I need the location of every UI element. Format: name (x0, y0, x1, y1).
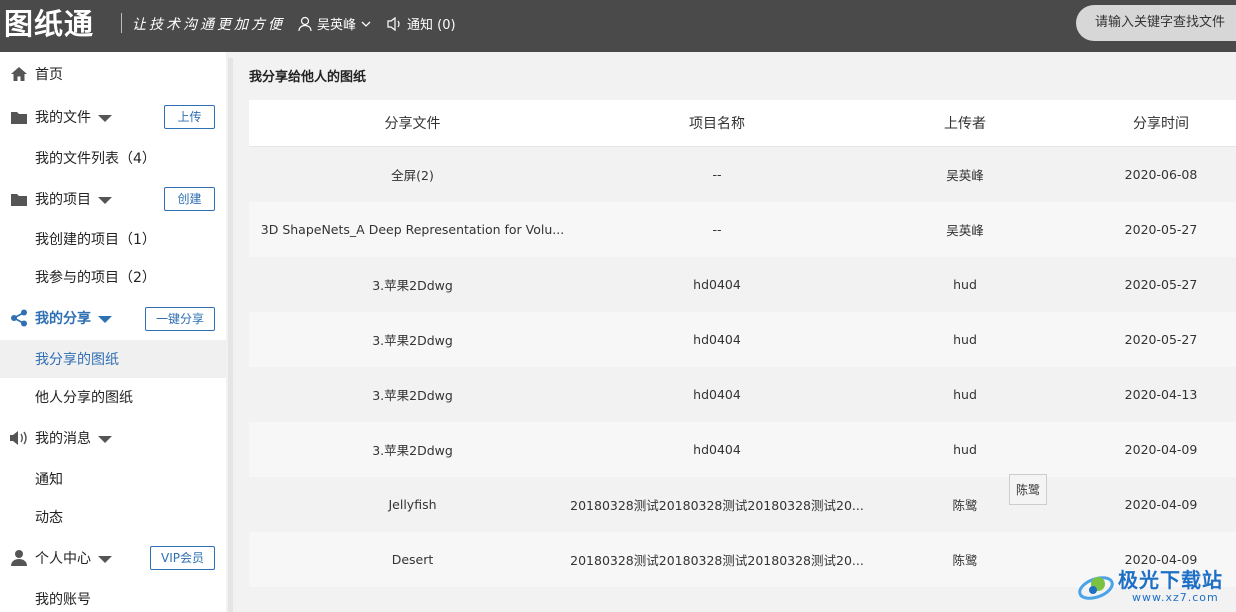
cell-project: -- (712, 222, 722, 237)
sidebar-item-label: 我的消息 (35, 431, 91, 447)
folder-icon (9, 191, 29, 207)
user-menu[interactable]: 吴英峰 (297, 14, 372, 33)
cell-file[interactable]: 3.苹果2Ddwg (249, 312, 576, 367)
cell-project: 20180328测试20180328测试20180328测试20... (570, 553, 864, 568)
cell-project: 20180328测试20180328测试20180328测试20... (570, 498, 864, 513)
upload-button[interactable]: 上传 (164, 105, 215, 129)
table-row[interactable]: 3.苹果2Ddwg hd0404 hud 2020-05-27 (249, 257, 1236, 312)
caret-down-icon (98, 435, 112, 443)
sidebar-item-label: 我的项目 (35, 192, 91, 208)
cell-file[interactable]: 全屏(2) (249, 147, 576, 202)
watermark-url: www.xz7.com (1132, 590, 1219, 604)
notice-label: 通知 (0) (407, 18, 456, 33)
cell-time: 2020-06-08 (1124, 167, 1198, 182)
sidebar-item-shared-by-me[interactable]: 我分享的图纸 (0, 340, 226, 378)
cell-file[interactable]: 3.苹果2Ddwg (249, 257, 576, 312)
cell-uploader: hud (953, 387, 977, 402)
watermark: 极光下载站 www.xz7.com (1076, 560, 1236, 612)
sidebar-item-notice[interactable]: 通知 (0, 460, 226, 498)
table-row[interactable]: 3.苹果2Ddwg hd0404 hud 2020-04-13 (249, 367, 1236, 422)
cell-project: hd0404 (693, 442, 741, 457)
user-icon (298, 16, 312, 31)
caret-down-icon (98, 114, 112, 122)
column-header-time[interactable]: 分享时间 (1075, 100, 1236, 146)
sidebar-item-created-projects[interactable]: 我创建的项目（1） (0, 220, 226, 258)
folder-icon (9, 109, 29, 125)
column-header-file[interactable]: 分享文件 (249, 100, 576, 146)
table-row[interactable]: 全屏(2) -- 吴英峰 2020-06-08 (249, 147, 1236, 202)
sidebar-item-my-messages[interactable]: 我的消息 (0, 419, 226, 457)
cell-time: 2020-05-27 (1124, 277, 1198, 292)
column-header-project[interactable]: 项目名称 (549, 100, 885, 146)
cell-time: 2020-04-09 (1124, 442, 1198, 457)
sidebar-item-shared-by-others[interactable]: 他人分享的图纸 (0, 378, 226, 416)
create-button[interactable]: 创建 (164, 187, 215, 211)
tooltip: 陈鹭 (1009, 474, 1047, 505)
page-title: 我分享给他人的图纸 (249, 70, 367, 85)
slogan: 让技术沟通更加方便 (132, 17, 285, 33)
cell-time: 2020-04-09 (1124, 497, 1198, 512)
user-icon (9, 550, 29, 566)
column-header-uploader[interactable]: 上传者 (885, 100, 1045, 146)
cell-project: hd0404 (693, 332, 741, 347)
share-icon (9, 309, 29, 327)
table-row[interactable]: 3D ShapeNets_A Deep Representation for V… (249, 202, 1236, 257)
home-icon (9, 66, 29, 82)
cell-file[interactable]: Jellyfish (249, 477, 576, 532)
one-click-share-button[interactable]: 一键分享 (145, 307, 215, 331)
cell-uploader: hud (953, 332, 977, 347)
cell-project: hd0404 (693, 277, 741, 292)
user-name: 吴英峰 (317, 18, 357, 33)
logo-divider (121, 13, 122, 33)
table-row[interactable]: Jellyfish 20180328测试20180328测试20180328测试2… (249, 477, 1236, 532)
sidebar-item-joined-projects[interactable]: 我参与的项目（2） (0, 258, 226, 296)
top-bar: 图纸通 让技术沟通更加方便 吴英峰 通知 (0) 请输入关键字查找文件 (0, 0, 1236, 52)
cell-uploader: 陈鹭 (952, 553, 978, 568)
watermark-logo-icon (1076, 566, 1118, 606)
sidebar-item-file-list[interactable]: 我的文件列表（4） (0, 139, 226, 177)
cell-uploader: hud (953, 277, 977, 292)
table-header: 分享文件 项目名称 上传者 分享时间 (249, 100, 1236, 147)
table-row[interactable]: 3.苹果2Ddwg hd0404 hud 2020-04-09 (249, 422, 1236, 477)
cell-file[interactable]: 3.苹果2Ddwg (249, 367, 576, 422)
sidebar-item-label: 首页 (35, 67, 63, 83)
chevron-down-icon (361, 21, 371, 27)
cell-time: 2020-05-27 (1124, 222, 1198, 237)
cell-time: 2020-04-13 (1124, 387, 1198, 402)
sidebar-item-label: 我的分享 (35, 311, 91, 327)
app-logo[interactable]: 图纸通 (4, 7, 94, 41)
cell-file[interactable]: 3D ShapeNets_A Deep Representation for V… (249, 202, 576, 257)
caret-down-icon (98, 315, 112, 323)
caret-down-icon (98, 555, 112, 563)
cell-file[interactable]: 3.苹果2Ddwg (249, 422, 576, 477)
cell-project: -- (712, 167, 722, 182)
cell-time: 2020-05-27 (1124, 332, 1198, 347)
cell-uploader: 吴英峰 (946, 223, 984, 238)
sidebar-scrollbar[interactable] (228, 58, 233, 612)
watermark-text: 极光下载站 (1118, 567, 1223, 592)
sidebar-item-label: 个人中心 (35, 551, 91, 567)
speaker-icon (9, 430, 29, 446)
sidebar-item-my-account[interactable]: 我的账号 (0, 580, 226, 612)
cell-uploader: 吴英峰 (946, 168, 984, 183)
cell-uploader: hud (953, 442, 977, 457)
cell-file[interactable]: Desert (249, 532, 576, 587)
table-row[interactable]: 3.苹果2Ddwg hd0404 hud 2020-05-27 (249, 312, 1236, 367)
vip-button[interactable]: VIP会员 (150, 546, 215, 570)
notice-link[interactable]: 通知 (0) (386, 14, 456, 33)
speaker-icon (387, 16, 400, 31)
sidebar-item-activity[interactable]: 动态 (0, 498, 226, 536)
cell-project: hd0404 (693, 387, 741, 402)
logo-text: 图纸通 (4, 7, 95, 41)
search-input[interactable]: 请输入关键字查找文件 (1076, 5, 1236, 41)
sidebar-item-label: 我的文件 (35, 110, 91, 126)
caret-down-icon (98, 196, 112, 204)
sidebar-item-home[interactable]: 首页 (0, 55, 226, 93)
